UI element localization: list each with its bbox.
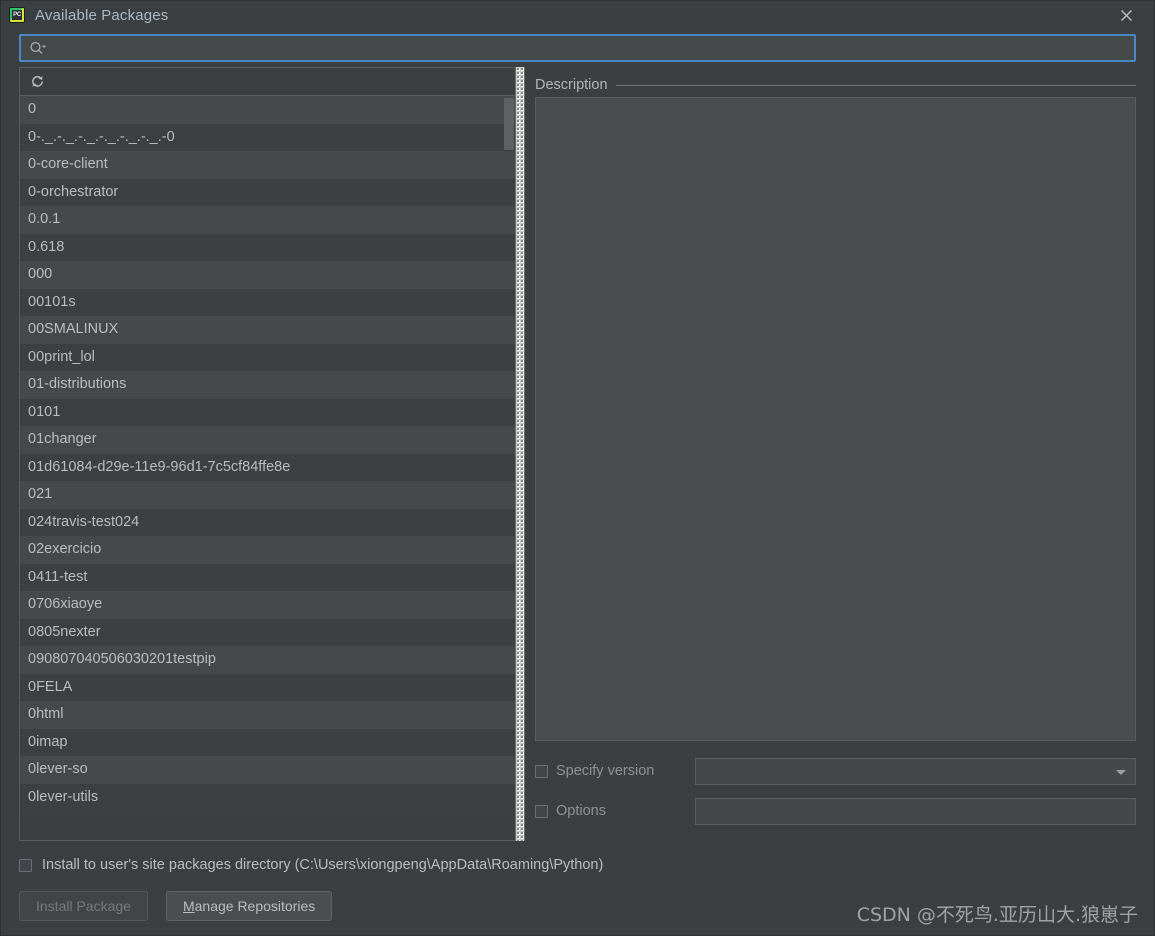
specify-version-combo[interactable] xyxy=(695,757,1136,785)
package-list-scrollbar[interactable] xyxy=(503,96,515,840)
options-row: Options xyxy=(535,795,1136,827)
dialog-footer: Install to user's site packages director… xyxy=(1,841,1154,935)
package-list-item[interactable]: 0html xyxy=(20,701,515,729)
split-divider[interactable] xyxy=(515,67,525,841)
package-list-item[interactable]: 0.0.1 xyxy=(20,206,515,234)
package-list-body: 0 0-._.-._.-._.-._.-._.-._.-0 0-core-clien… xyxy=(20,96,515,840)
install-package-button[interactable]: Install Package xyxy=(19,891,148,921)
user-site-checkbox[interactable] xyxy=(19,858,32,872)
package-list-item[interactable]: 0.618 xyxy=(20,233,515,261)
package-list-item[interactable]: 0411-test xyxy=(20,563,515,591)
package-list-item[interactable]: 02exercicio xyxy=(20,536,515,564)
options-checkbox[interactable] xyxy=(535,804,548,818)
description-pane: Description Specify version Options xyxy=(525,67,1136,841)
window-title: Available Packages xyxy=(35,6,169,24)
package-list-item[interactable]: 0101 xyxy=(20,398,515,426)
footer-buttons: Install Package Manage Repositories xyxy=(19,891,1136,921)
package-list-item[interactable]: 01-distributions xyxy=(20,371,515,399)
title-bar: PC Available Packages xyxy=(1,1,1154,29)
description-body xyxy=(535,97,1136,741)
options-checkbox-wrap[interactable]: Options xyxy=(535,803,695,819)
search-field[interactable] xyxy=(19,34,1136,62)
package-list-pane: 0 0-._.-._.-._.-._.-._.-._.-0 0-core-clien… xyxy=(19,67,515,841)
available-packages-dialog: PC Available Packages 0 0-._.-._.-._.-._… xyxy=(0,0,1155,936)
package-list-item[interactable]: 00print_lol xyxy=(20,343,515,371)
scrollbar-thumb[interactable] xyxy=(504,98,514,150)
package-list-item[interactable]: 090807040506030201testpip xyxy=(20,646,515,674)
manage-repositories-label: anage Repositories xyxy=(194,898,316,914)
manage-repositories-mnemonic: M xyxy=(182,898,195,914)
user-site-label: Install to user's site packages director… xyxy=(42,857,604,873)
package-list-item[interactable]: 0-core-client xyxy=(20,151,515,179)
chevron-down-icon xyxy=(1115,764,1127,779)
package-list-item[interactable]: 00SMALINUX xyxy=(20,316,515,344)
package-list-item[interactable]: 0706xiaoye xyxy=(20,591,515,619)
package-list-item[interactable]: 0805nexter xyxy=(20,618,515,646)
package-list-item[interactable]: 0 xyxy=(20,96,515,124)
specify-version-label: Specify version xyxy=(556,763,655,779)
install-options: Specify version Options xyxy=(535,741,1136,841)
search-icon xyxy=(29,41,47,55)
package-list-item[interactable]: 0lever-utils xyxy=(20,783,515,811)
description-separator xyxy=(615,84,1136,86)
package-list-item[interactable]: 0-orchestrator xyxy=(20,178,515,206)
pycharm-icon-label: PC xyxy=(12,10,22,20)
package-list-item[interactable]: 024travis-test024 xyxy=(20,508,515,536)
specify-version-checkbox-wrap[interactable]: Specify version xyxy=(535,763,695,779)
options-label: Options xyxy=(556,803,606,819)
specify-version-input[interactable] xyxy=(700,758,1115,784)
package-list-item[interactable]: 000 xyxy=(20,261,515,289)
package-list-item[interactable]: 0-._.-._.-._.-._.-._.-._.-0 xyxy=(20,123,515,151)
description-header: Description xyxy=(535,67,1136,97)
package-list-item[interactable]: 021 xyxy=(20,481,515,509)
package-list-item[interactable]: 0lever-so xyxy=(20,756,515,784)
options-field[interactable] xyxy=(695,797,1136,825)
package-list-item[interactable]: 01d61084-d29e-11e9-96d1-7c5cf84ffe8e xyxy=(20,453,515,481)
specify-version-checkbox[interactable] xyxy=(535,764,548,778)
package-list-item[interactable]: 0imap xyxy=(20,728,515,756)
search-input[interactable] xyxy=(51,36,1128,60)
description-title: Description xyxy=(535,77,608,93)
options-input[interactable] xyxy=(700,798,1131,824)
specify-version-row: Specify version xyxy=(535,755,1136,787)
manage-repositories-button[interactable]: Manage Repositories xyxy=(165,891,333,921)
list-toolbar xyxy=(20,68,515,96)
package-list-item[interactable]: 0FELA xyxy=(20,673,515,701)
package-list-item[interactable]: 01changer xyxy=(20,426,515,454)
package-list-item[interactable]: 00101s xyxy=(20,288,515,316)
pycharm-icon: PC xyxy=(9,7,25,23)
close-icon[interactable] xyxy=(1108,1,1144,29)
refresh-icon[interactable] xyxy=(26,72,48,92)
split-container: 0 0-._.-._.-._.-._.-._.-._.-0 0-core-clien… xyxy=(1,67,1154,841)
user-site-row[interactable]: Install to user's site packages director… xyxy=(19,851,1136,879)
search-row xyxy=(1,29,1154,67)
